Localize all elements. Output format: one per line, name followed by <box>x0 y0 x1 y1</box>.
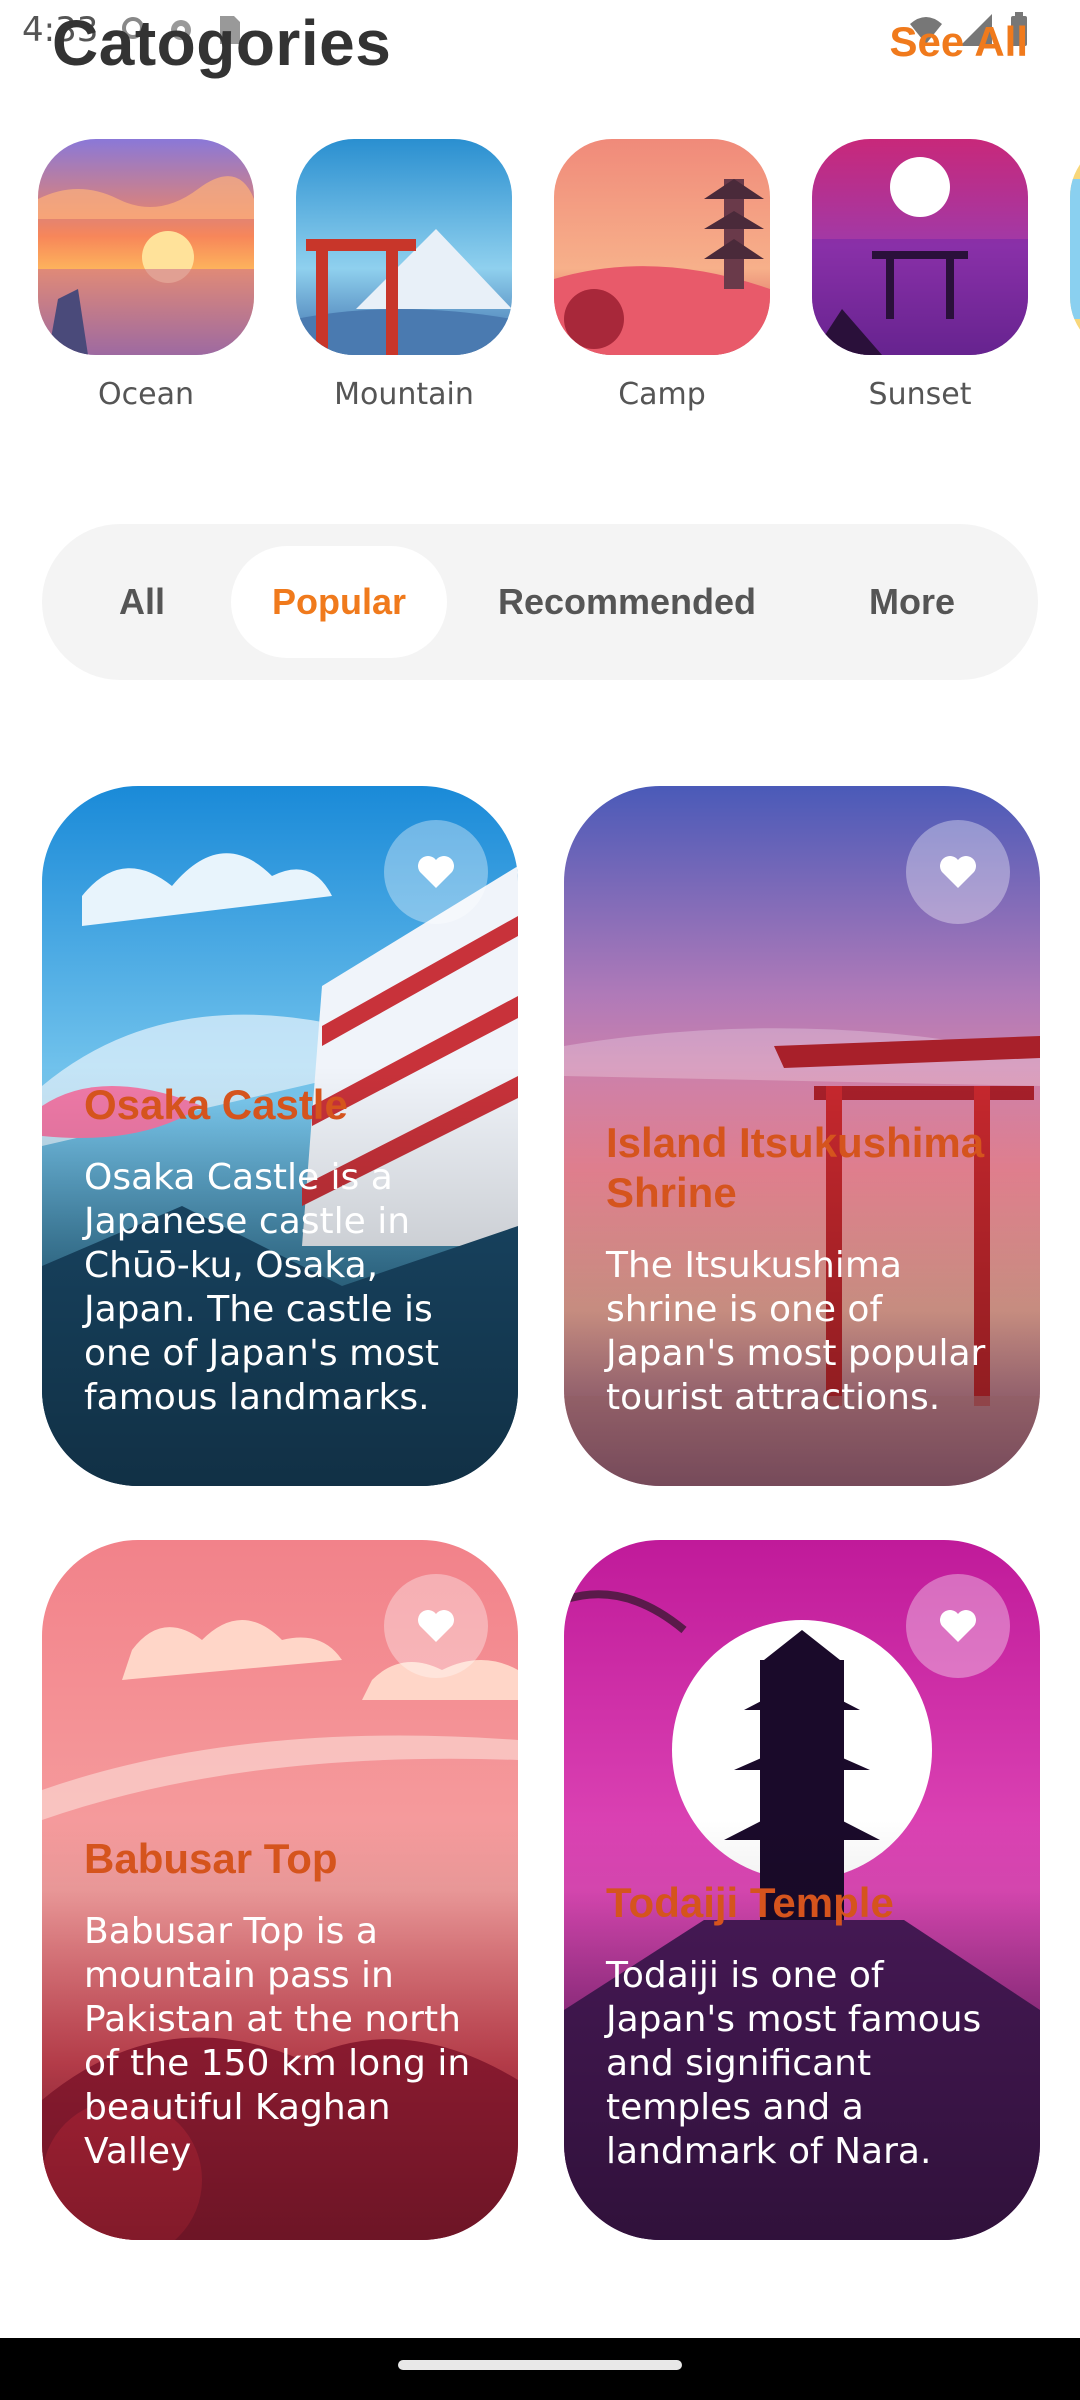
category-sunset[interactable]: Sunset <box>812 139 1028 412</box>
heart-icon <box>418 1610 454 1642</box>
place-card-babusar-top[interactable]: Babusar Top Babusar Top is a mountain pa… <box>42 1540 518 2240</box>
tab-popular[interactable]: Popular <box>231 546 447 658</box>
tab-more[interactable]: More <box>842 546 982 658</box>
home-indicator[interactable] <box>398 2360 682 2370</box>
favorite-button[interactable] <box>384 820 488 924</box>
camp-thumbnail <box>554 139 770 355</box>
category-mountain[interactable]: Mountain <box>296 139 512 412</box>
system-nav-bar <box>0 2338 1080 2400</box>
category-label: Sunset <box>868 377 972 412</box>
heart-icon <box>940 856 976 888</box>
card-title: Island Itsukushima Shrine <box>606 1119 985 1216</box>
place-card-osaka-castle[interactable]: Osaka Castle Osaka Castle is a Japanese … <box>42 786 518 1486</box>
category-list: Ocean Mountain Camp Sunset <box>38 139 1080 439</box>
see-all-link[interactable]: See All <box>889 18 1028 66</box>
category-camp[interactable]: Camp <box>554 139 770 412</box>
page-title: Catogories <box>52 7 392 79</box>
favorite-button[interactable] <box>384 1574 488 1678</box>
partial-thumbnail <box>1070 139 1080 355</box>
category-partial[interactable] <box>1070 139 1080 355</box>
card-description: The Itsukushima shrine is one of Japan's… <box>606 1245 986 1418</box>
card-description: Todaiji is one of Japan's most famous an… <box>606 1955 982 2172</box>
place-card-itsukushima-shrine[interactable]: Island Itsukushima Shrine The Itsukushim… <box>564 786 1040 1486</box>
card-description: Babusar Top is a mountain pass in Pakist… <box>84 1911 471 2172</box>
card-title: Babusar Top <box>84 1835 338 1882</box>
category-label: Ocean <box>98 377 194 412</box>
category-label: Mountain <box>334 377 474 412</box>
card-description: Osaka Castle is a Japanese castle in Chū… <box>84 1157 440 1418</box>
favorite-button[interactable] <box>906 1574 1010 1678</box>
ocean-thumbnail <box>38 139 254 355</box>
category-label: Camp <box>618 377 706 412</box>
tab-all[interactable]: All <box>82 546 202 658</box>
mountain-thumbnail <box>296 139 512 355</box>
filter-tabs: All Popular Recommended More <box>42 524 1038 680</box>
favorite-button[interactable] <box>906 820 1010 924</box>
tab-recommended[interactable]: Recommended <box>482 546 772 658</box>
heart-icon <box>940 1610 976 1642</box>
card-title: Todaiji Temple <box>606 1879 894 1926</box>
category-ocean[interactable]: Ocean <box>38 139 254 412</box>
card-title: Osaka Castle <box>84 1081 348 1128</box>
place-card-todaiji-temple[interactable]: Todaiji Temple Todaiji is one of Japan's… <box>564 1540 1040 2240</box>
sunset-thumbnail <box>812 139 1028 355</box>
heart-icon <box>418 856 454 888</box>
